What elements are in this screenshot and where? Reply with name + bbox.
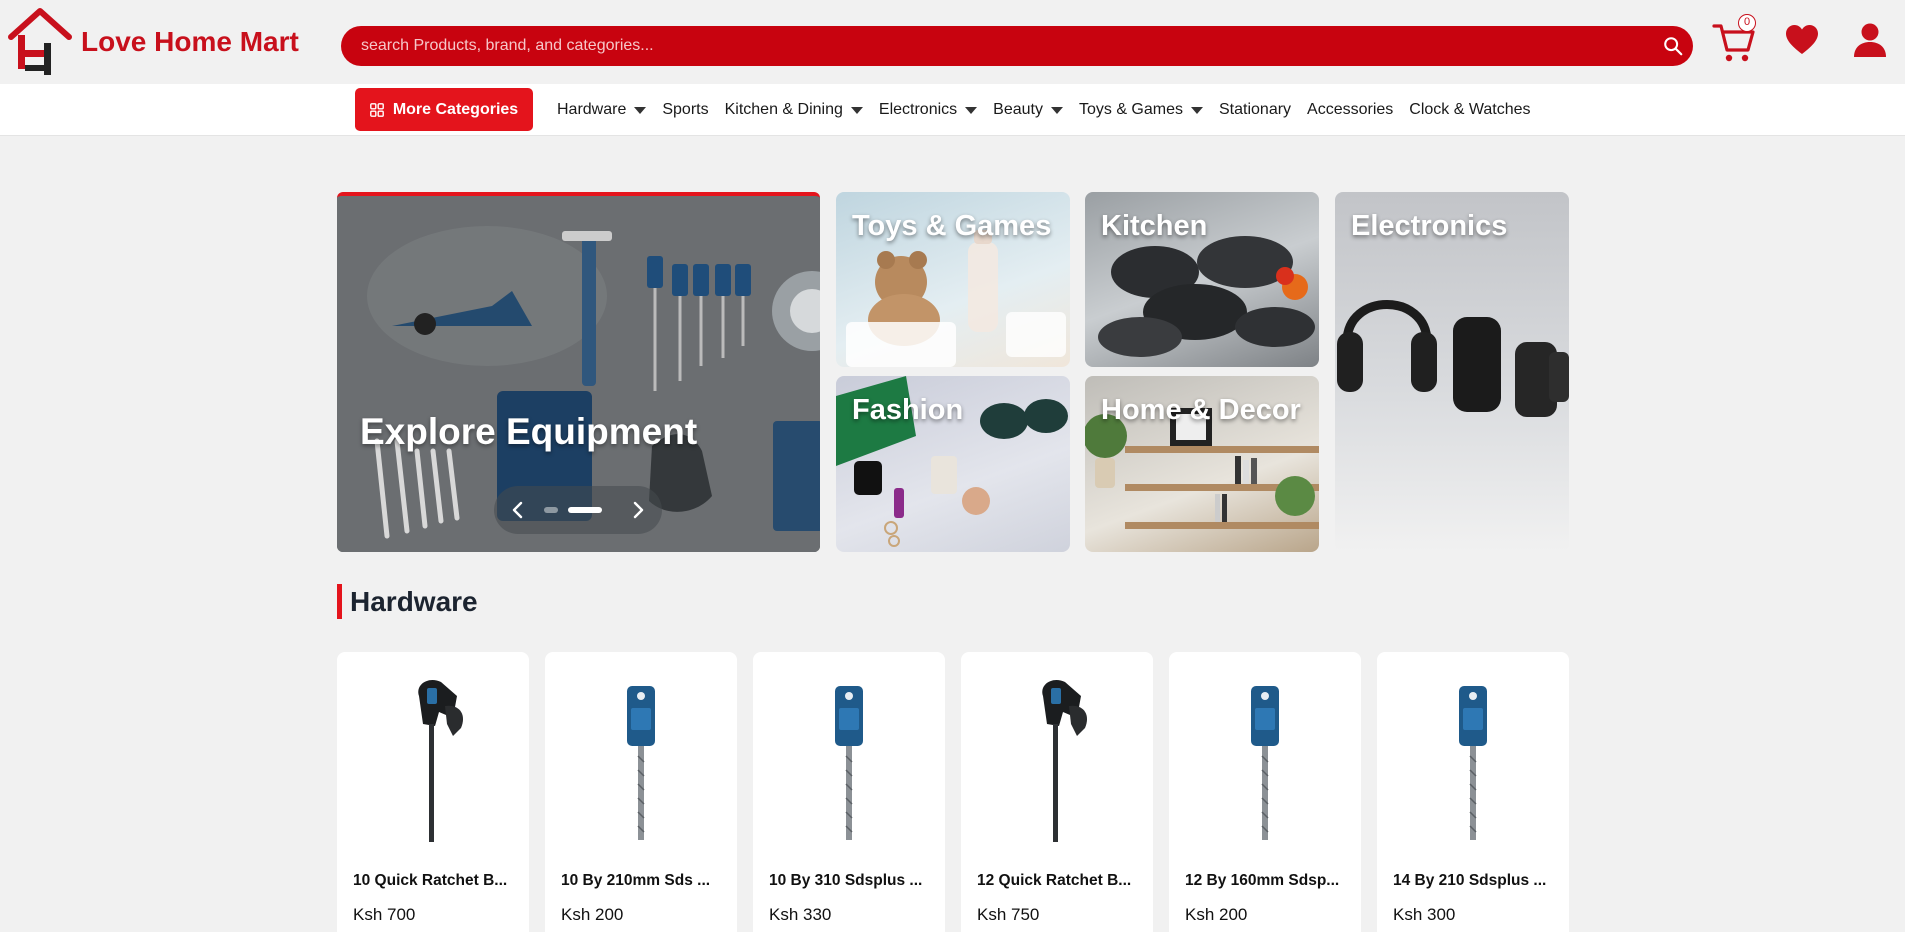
chevron-left-icon[interactable] <box>504 496 532 524</box>
product-price: Ksh 200 <box>561 905 624 924</box>
more-categories-button[interactable]: More Categories <box>355 88 533 131</box>
product-name[interactable]: 14 By 210 Sdsplus ... <box>1393 872 1558 890</box>
section-title-hardware: Hardware <box>337 584 478 619</box>
house-logo-icon <box>8 8 72 75</box>
nav-item-electronics[interactable]: Electronics <box>878 101 978 119</box>
wishlist-heart-icon[interactable] <box>1785 24 1819 56</box>
nav-menu: Hardware Sports Kitchen & Dining Electronic… <box>557 84 1547 136</box>
carousel-dot-2-active[interactable] <box>568 507 602 513</box>
product-name[interactable]: 12 By 160mm Sdsp... <box>1185 872 1350 890</box>
nav-item-label: Hardware <box>557 101 627 118</box>
nav-item-label: Accessories <box>1307 101 1394 118</box>
drill-bit-product-image <box>835 686 863 840</box>
caret-down-icon <box>634 106 647 114</box>
nav-item-beauty[interactable]: Beauty <box>993 101 1063 119</box>
tile-title-kitchen: Kitchen <box>1101 210 1208 242</box>
drill-bit-product-image <box>627 686 655 840</box>
category-tile-electronics[interactable]: Electronics <box>1335 192 1569 552</box>
product-name[interactable]: 10 By 310 Sdsplus ... <box>769 872 934 890</box>
product-card[interactable]: 10 By 310 Sdsplus ... Ksh 330 <box>753 652 945 932</box>
product-grid: 10 Quick Ratchet B... Ksh 700 10 By 210mm … <box>337 652 1569 932</box>
caret-down-icon <box>1191 106 1203 114</box>
brand-logo[interactable]: Love Home Mart <box>7 7 299 77</box>
category-navbar: More Categories Hardware Sports Kitchen & … <box>0 84 1905 136</box>
category-tile-fashion[interactable]: Fashion <box>836 376 1070 552</box>
nav-item-label: Kitchen & Dining <box>724 101 843 118</box>
tile-title-fashion: Fashion <box>852 394 964 426</box>
product-price: Ksh 700 <box>353 905 416 924</box>
product-name[interactable]: 10 Quick Ratchet B... <box>353 872 518 890</box>
product-name[interactable]: 10 By 210mm Sds ... <box>561 872 726 890</box>
nav-item-hardware[interactable]: Hardware <box>557 101 647 119</box>
search-icon[interactable] <box>1662 35 1684 57</box>
cart-count-badge: 0 <box>1738 14 1756 32</box>
product-name[interactable]: 12 Quick Ratchet B... <box>977 872 1142 890</box>
nav-item-clock-watches[interactable]: Clock & Watches <box>1409 101 1530 119</box>
caret-down-icon <box>1050 106 1063 114</box>
clamp-product-image <box>418 679 464 842</box>
nav-item-label: Sports <box>662 101 709 118</box>
nav-item-sports[interactable]: Sports <box>662 101 708 119</box>
product-card[interactable]: 12 Quick Ratchet B... Ksh 750 <box>961 652 1153 932</box>
caret-down-icon <box>850 106 863 114</box>
drill-bit-product-image <box>1459 686 1487 840</box>
product-price: Ksh 750 <box>977 905 1040 924</box>
nav-item-toys-games[interactable]: Toys & Games <box>1079 101 1203 119</box>
nav-item-label: Stationary <box>1219 101 1292 118</box>
grid-icon <box>369 102 384 117</box>
top-header: Love Home Mart 0 <box>0 0 1905 84</box>
tile-title-toys: Toys & Games <box>852 210 1052 242</box>
search-input[interactable] <box>341 26 1641 66</box>
user-account-icon[interactable] <box>1853 22 1887 58</box>
product-card[interactable]: 10 Quick Ratchet B... Ksh 700 <box>337 652 529 932</box>
clamp-product-image <box>1042 679 1088 842</box>
product-price: Ksh 330 <box>769 905 832 924</box>
nav-item-kitchen-dining[interactable]: Kitchen & Dining <box>725 101 863 119</box>
product-price: Ksh 300 <box>1393 905 1456 924</box>
tile-title-home: Home & Decor <box>1101 394 1301 426</box>
nav-item-label: Electronics <box>878 101 958 118</box>
drill-bit-product-image <box>1251 686 1279 840</box>
product-card[interactable]: 12 By 160mm Sdsp... Ksh 200 <box>1169 652 1361 932</box>
category-tile-kitchen[interactable]: Kitchen <box>1085 192 1319 367</box>
cart-button[interactable]: 0 <box>1712 14 1756 64</box>
nav-item-label: Toys & Games <box>1078 101 1183 118</box>
product-card[interactable]: 14 By 210 Sdsplus ... Ksh 300 <box>1377 652 1569 932</box>
electronics-image <box>1337 300 1569 417</box>
product-card[interactable]: 10 By 210mm Sds ... Ksh 200 <box>545 652 737 932</box>
brand-name: Love Home Mart <box>81 26 299 57</box>
category-tile-toys-games[interactable]: Toys & Games <box>836 192 1070 367</box>
tile-title-electronics: Electronics <box>1351 210 1508 242</box>
caret-down-icon <box>965 106 978 114</box>
product-price: Ksh 200 <box>1185 905 1248 924</box>
more-categories-label: More Categories <box>392 100 519 118</box>
carousel-controls <box>494 486 662 534</box>
hero-title: Explore Equipment <box>360 411 698 452</box>
category-tile-home-decor[interactable]: Home & Decor <box>1085 376 1319 552</box>
nav-item-stationary[interactable]: Stationary <box>1219 101 1291 119</box>
nav-item-accessories[interactable]: Accessories <box>1307 101 1393 119</box>
nav-item-label: Clock & Watches <box>1409 101 1531 118</box>
carousel-dot-1[interactable] <box>544 507 558 513</box>
hero-carousel[interactable]: Explore Equipment <box>337 192 820 552</box>
search-bar <box>341 26 1693 66</box>
nav-item-label: Beauty <box>993 101 1043 118</box>
chevron-right-icon[interactable] <box>624 496 652 524</box>
